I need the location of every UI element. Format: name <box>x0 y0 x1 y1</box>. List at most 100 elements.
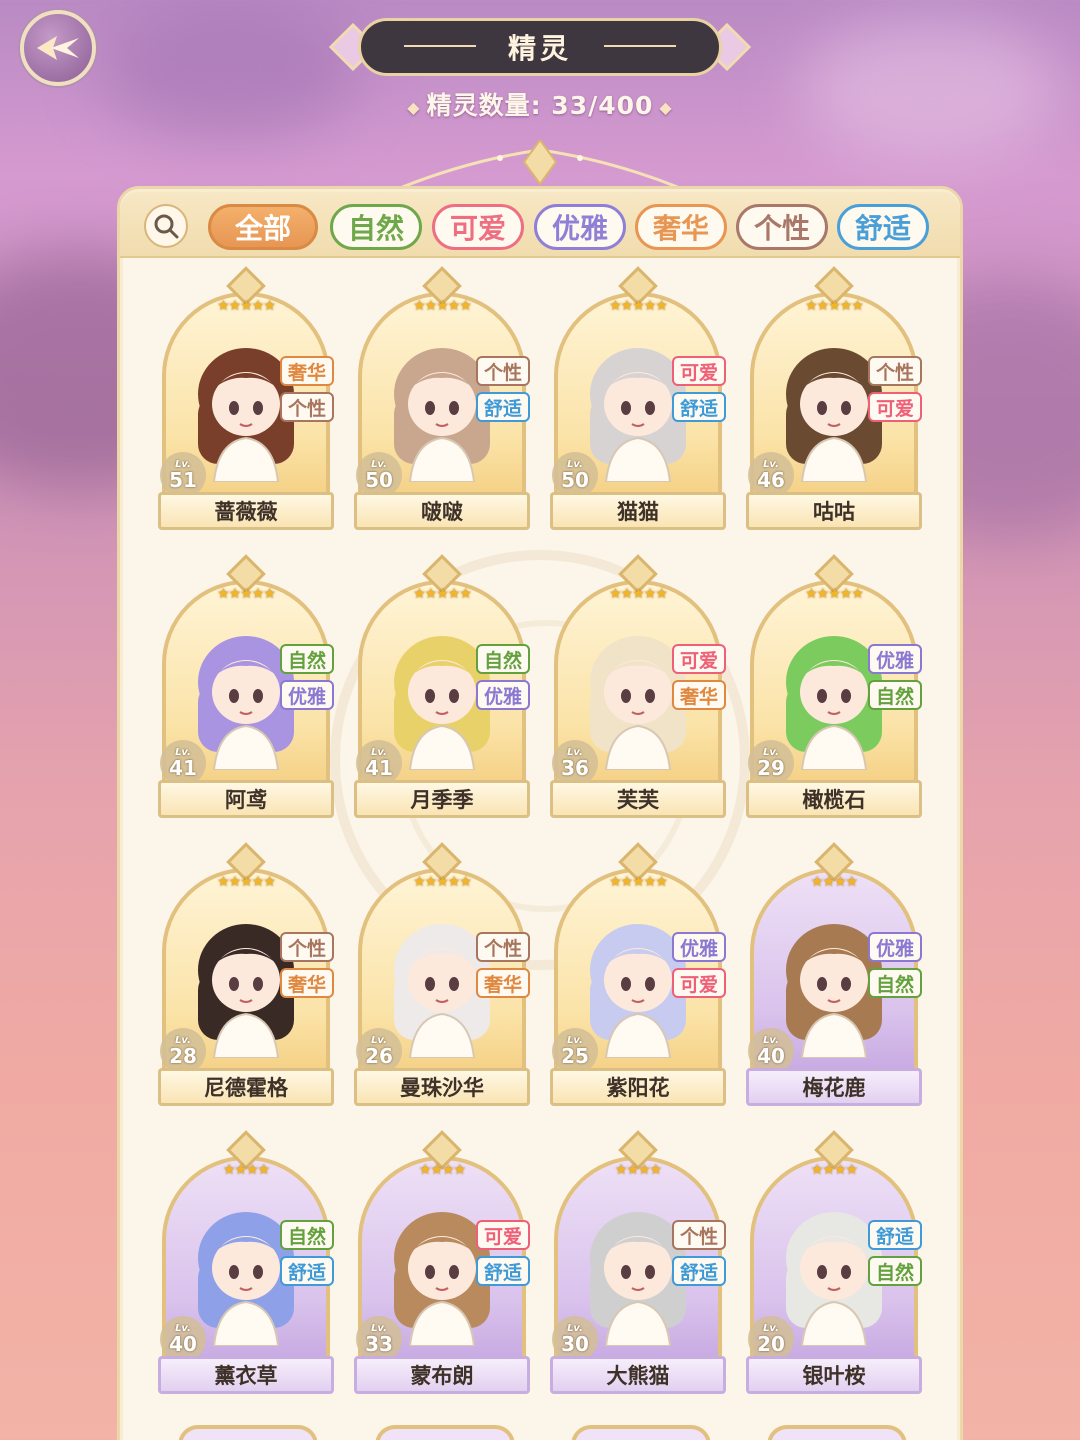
level-value: 40 <box>757 1044 785 1068</box>
rarity-stars: ★★★★★ <box>609 874 668 890</box>
sprite-card[interactable]: ★★★★ Lv. 40 自然 舒适 薰衣草 <box>158 1130 334 1398</box>
sprite-name: 猫猫 <box>550 492 726 530</box>
sprite-card[interactable]: ★★★★★ Lv. 50 个性 舒适 啵啵 <box>354 266 530 534</box>
style-tag: 自然 <box>868 968 922 998</box>
style-tag: 自然 <box>868 1256 922 1286</box>
level-value: 28 <box>169 1044 197 1068</box>
style-tag: 可爱 <box>868 392 922 422</box>
title-line-right <box>604 45 676 47</box>
rarity-stars: ★★★★ <box>614 1162 662 1178</box>
sprite-name: 啵啵 <box>354 492 530 530</box>
rarity-stars: ★★★★★ <box>609 586 668 602</box>
next-row-card-partial <box>571 1425 711 1440</box>
sprite-card[interactable]: ★★★★★ Lv. 36 可爱 奢华 芙芙 <box>550 554 726 822</box>
next-row-card-partial <box>767 1425 907 1440</box>
level-value: 26 <box>365 1044 393 1068</box>
filter-tab-0[interactable]: 全部 <box>208 204 318 250</box>
back-arrow-icon <box>37 36 79 60</box>
rarity-stars: ★★★★★ <box>805 298 864 314</box>
sprite-card[interactable]: ★★★★★ Lv. 29 优雅 自然 橄榄石 <box>746 554 922 822</box>
style-tag: 舒适 <box>476 392 530 422</box>
rarity-stars: ★★★★★ <box>217 874 276 890</box>
style-tag: 优雅 <box>280 680 334 710</box>
style-tag: 优雅 <box>868 644 922 674</box>
style-tag: 个性 <box>868 356 922 386</box>
sprite-card[interactable]: ★★★★ Lv. 40 优雅 自然 梅花鹿 <box>746 842 922 1110</box>
sprite-name: 蒙布朗 <box>354 1356 530 1394</box>
level-value: 25 <box>561 1044 589 1068</box>
sprite-name: 月季季 <box>354 780 530 818</box>
count-value: 33/400 <box>551 91 654 120</box>
sprite-name: 芙芙 <box>550 780 726 818</box>
rarity-stars: ★★★★ <box>810 874 858 890</box>
sprite-card[interactable]: ★★★★★ Lv. 50 可爱 舒适 猫猫 <box>550 266 726 534</box>
rarity-stars: ★★★★★ <box>413 586 472 602</box>
style-tag: 优雅 <box>476 680 530 710</box>
sprite-card[interactable]: ★★★★★ Lv. 26 个性 奢华 曼珠沙华 <box>354 842 530 1110</box>
style-tag: 可爱 <box>476 1220 530 1250</box>
level-value: 40 <box>169 1332 197 1356</box>
title-banner: 精灵 <box>328 18 752 76</box>
style-tag: 优雅 <box>868 932 922 962</box>
style-tag: 舒适 <box>672 392 726 422</box>
next-row-card-partial <box>178 1425 318 1440</box>
sprite-card[interactable]: ★★★★★ Lv. 41 自然 优雅 阿鸢 <box>158 554 334 822</box>
rarity-stars: ★★★★★ <box>805 586 864 602</box>
next-row-card-partial <box>375 1425 515 1440</box>
style-tag: 自然 <box>868 680 922 710</box>
dot-ornament-icon: ◆ <box>407 97 421 117</box>
style-tag: 舒适 <box>672 1256 726 1286</box>
style-tag: 个性 <box>280 392 334 422</box>
rarity-stars: ★★★★ <box>222 1162 270 1178</box>
sprite-name: 梅花鹿 <box>746 1068 922 1106</box>
sprite-count: ◆ 精灵数量: 33/400 ◆ <box>380 86 700 122</box>
filter-tab-2[interactable]: 可爱 <box>432 204 524 250</box>
sprite-name: 薰衣草 <box>158 1356 334 1394</box>
style-tag: 舒适 <box>476 1256 530 1286</box>
sprite-card[interactable]: ★★★★ Lv. 20 舒适 自然 银叶桉 <box>746 1130 922 1398</box>
style-tag: 个性 <box>476 356 530 386</box>
sprite-card[interactable]: ★★★★★ Lv. 41 自然 优雅 月季季 <box>354 554 530 822</box>
level-value: 41 <box>365 756 393 780</box>
level-value: 33 <box>365 1332 393 1356</box>
sprite-name: 银叶桉 <box>746 1356 922 1394</box>
level-value: 46 <box>757 468 785 492</box>
dot-ornament-icon: ◆ <box>659 97 673 117</box>
level-value: 30 <box>561 1332 589 1356</box>
sprite-card[interactable]: ★★★★ Lv. 33 可爱 舒适 蒙布朗 <box>354 1130 530 1398</box>
style-tag: 奢华 <box>280 356 334 386</box>
level-value: 36 <box>561 756 589 780</box>
panel-crown-ornament <box>400 140 680 190</box>
level-value: 50 <box>365 468 393 492</box>
style-tag: 个性 <box>280 932 334 962</box>
style-tag: 舒适 <box>868 1220 922 1250</box>
style-tag: 个性 <box>476 932 530 962</box>
rarity-stars: ★★★★★ <box>217 298 276 314</box>
level-value: 51 <box>169 468 197 492</box>
style-tag: 自然 <box>476 644 530 674</box>
rarity-stars: ★★★★ <box>810 1162 858 1178</box>
filter-tab-5[interactable]: 个性 <box>736 204 828 250</box>
sprite-card[interactable]: ★★★★★ Lv. 46 个性 可爱 咕咕 <box>746 266 922 534</box>
style-tag: 可爱 <box>672 968 726 998</box>
back-button[interactable] <box>20 10 96 86</box>
sprite-card[interactable]: ★★★★★ Lv. 51 奢华 个性 蔷薇薇 <box>158 266 334 534</box>
search-button[interactable] <box>144 204 188 248</box>
filter-tab-6[interactable]: 舒适 <box>837 204 929 250</box>
count-label: 精灵数量: <box>426 91 542 120</box>
sprite-name: 阿鸢 <box>158 780 334 818</box>
sprite-card[interactable]: ★★★★ Lv. 30 个性 舒适 大熊猫 <box>550 1130 726 1398</box>
sprite-card[interactable]: ★★★★★ Lv. 28 个性 奢华 尼德霍格 <box>158 842 334 1110</box>
style-tag: 个性 <box>672 1220 726 1250</box>
filter-tab-1[interactable]: 自然 <box>330 204 422 250</box>
rarity-stars: ★★★★ <box>418 1162 466 1178</box>
page-title: 精灵 <box>358 18 722 76</box>
sprite-card[interactable]: ★★★★★ Lv. 25 优雅 可爱 紫阳花 <box>550 842 726 1110</box>
level-value: 41 <box>169 756 197 780</box>
filter-tab-3[interactable]: 优雅 <box>534 204 626 250</box>
style-tag: 奢华 <box>672 680 726 710</box>
filter-tab-4[interactable]: 奢华 <box>635 204 727 250</box>
style-tag: 自然 <box>280 644 334 674</box>
sprite-name: 尼德霍格 <box>158 1068 334 1106</box>
sprite-name: 紫阳花 <box>550 1068 726 1106</box>
